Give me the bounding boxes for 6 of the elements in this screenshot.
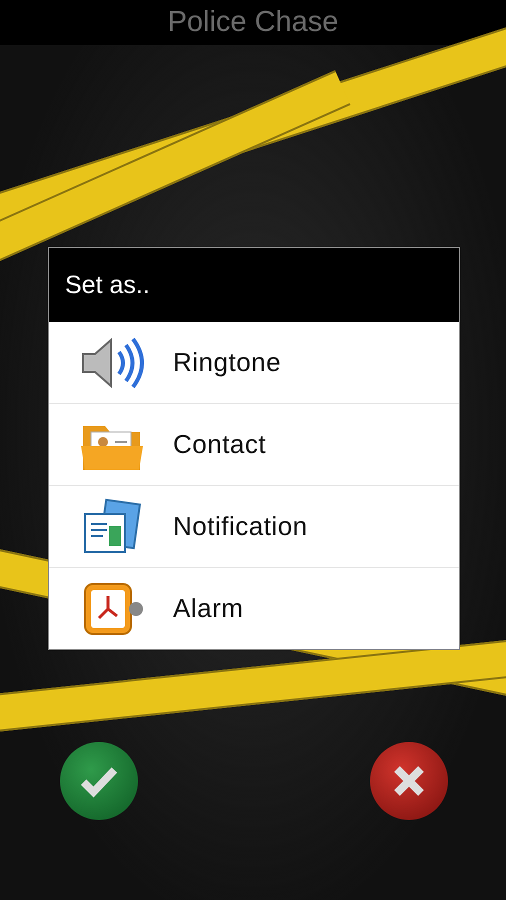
menu-item[interactable]: Notification [49, 485, 459, 567]
app-title: Police Chase [168, 6, 338, 39]
menu-item[interactable]: Alarm [49, 567, 459, 649]
menu-item[interactable]: Contact [49, 403, 459, 485]
dialog-title: Set as.. [65, 270, 150, 300]
menu-item[interactable]: Ringtone [49, 322, 459, 403]
